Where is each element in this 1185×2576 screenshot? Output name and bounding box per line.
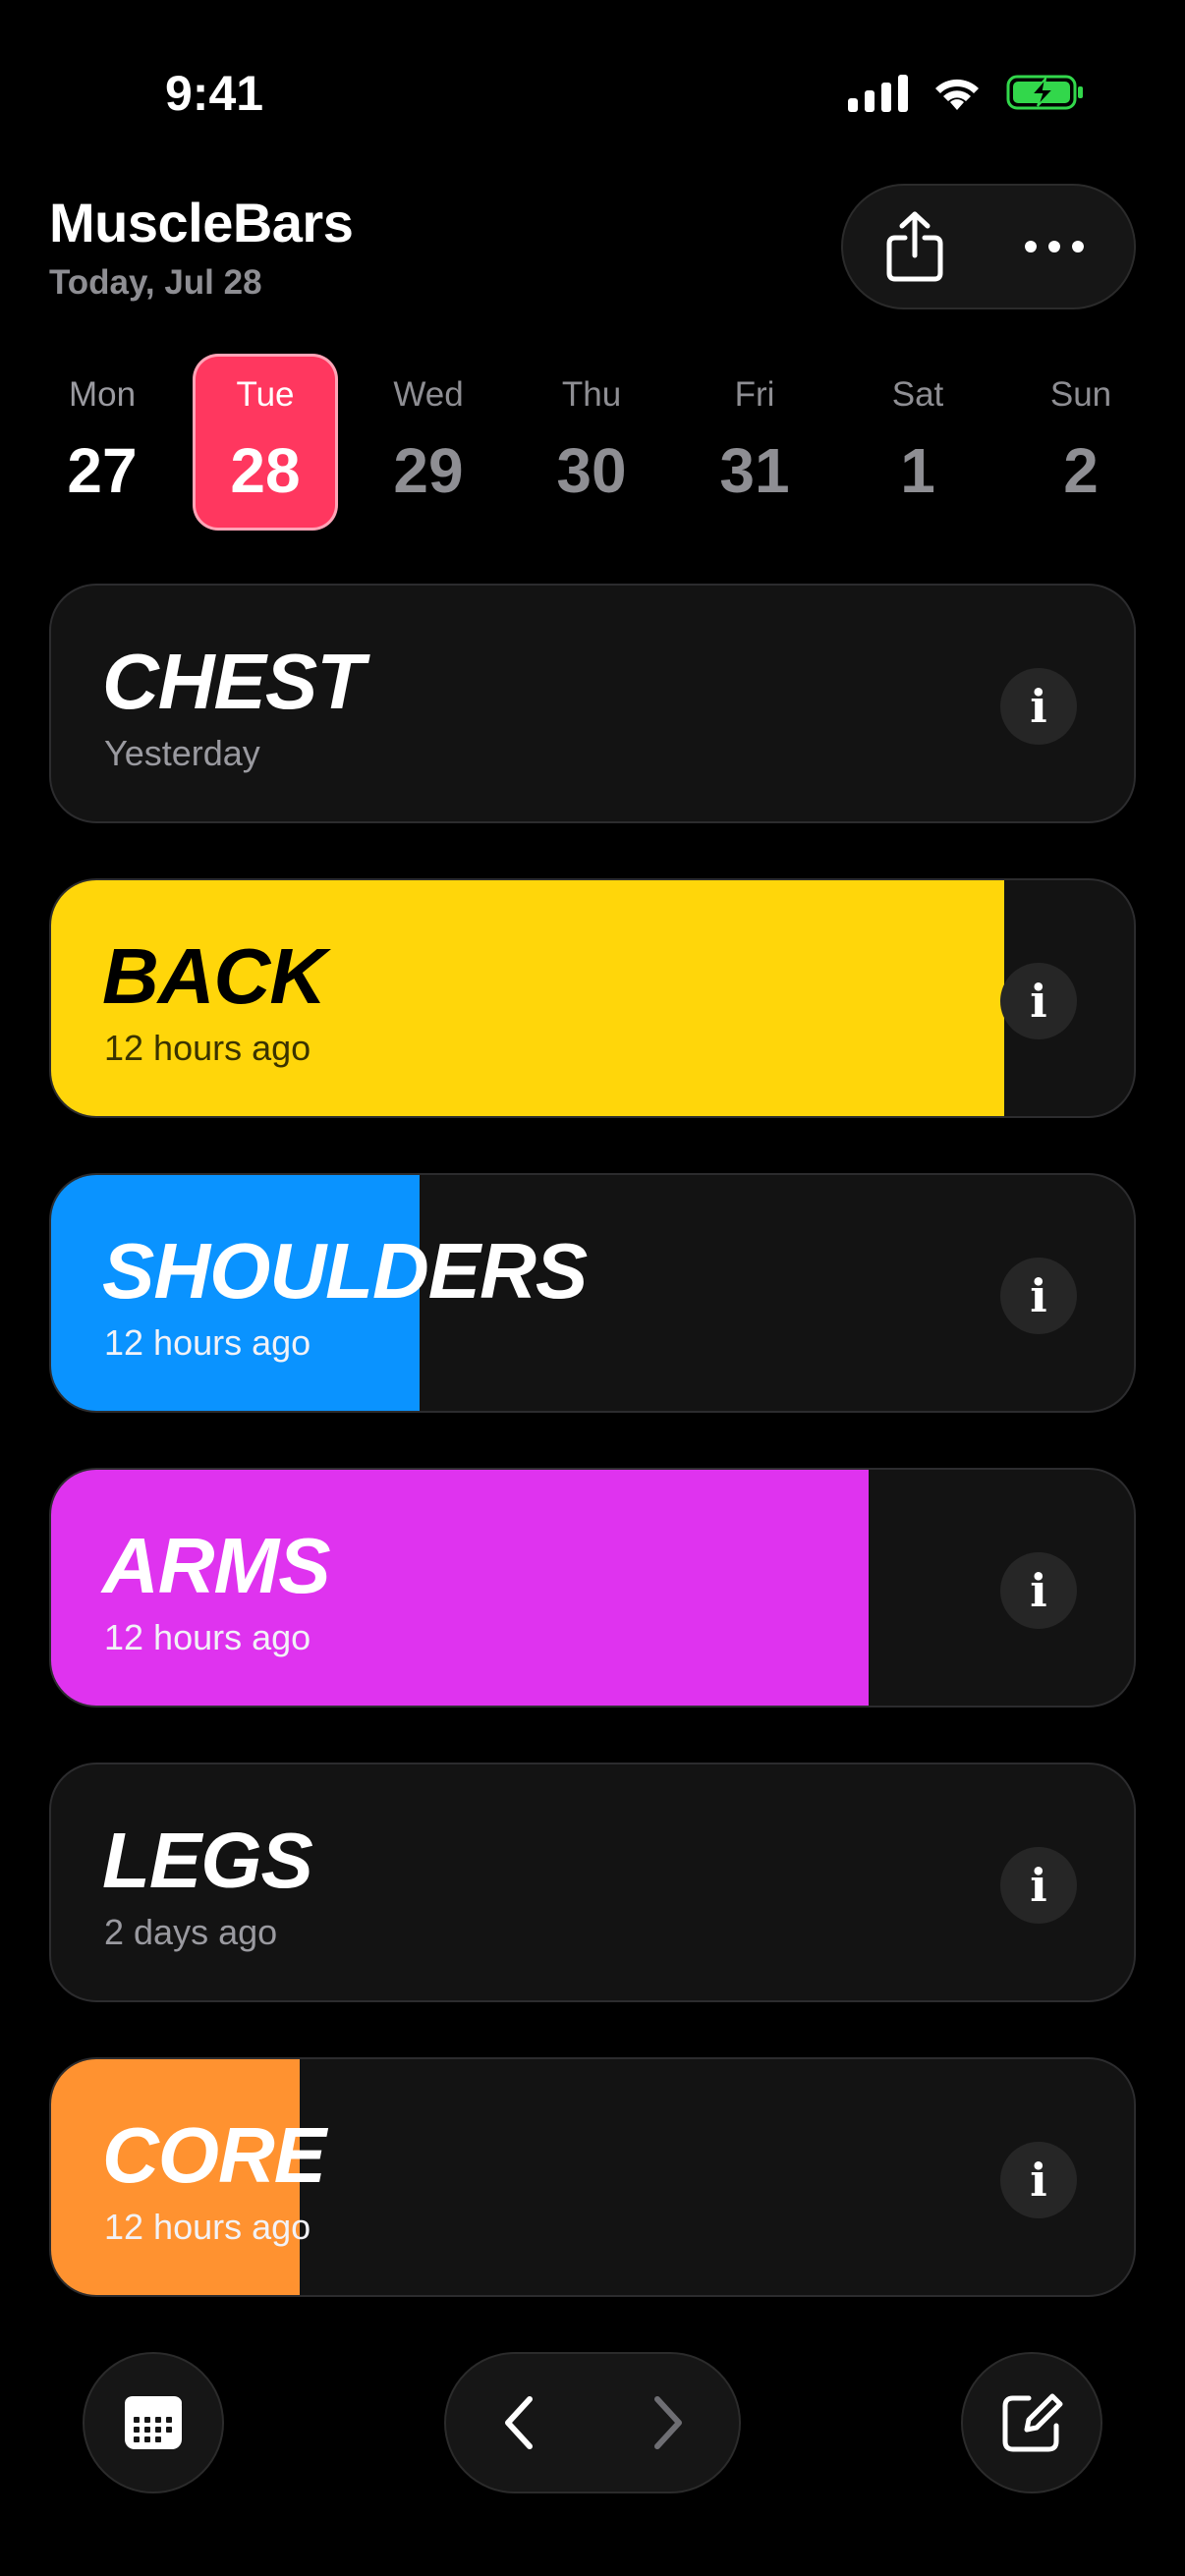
info-icon: i [1030,1564,1047,1617]
info-icon: i [1030,2154,1047,2207]
day-name: Sat [891,375,944,414]
info-icon: i [1030,1269,1047,1322]
muscle-card-chest[interactable]: CHEST Yesterday i [49,584,1136,823]
status-icons [848,73,1085,112]
cellular-signal-icon [848,73,908,112]
day-mon[interactable]: Mon 27 [29,354,175,531]
compose-icon [1002,2393,1063,2452]
day-sat[interactable]: Sat 1 [845,354,990,531]
info-icon: i [1030,680,1047,733]
header-actions [841,184,1136,309]
day-number: 1 [900,435,935,506]
muscle-name: SHOULDERS [102,1227,588,1315]
muscle-card-arms[interactable]: ARMS 12 hours ago i [49,1468,1136,1708]
muscle-name: ARMS [102,1522,331,1609]
today-date: Today, Jul 28 [49,263,262,302]
share-icon [886,211,943,282]
info-button[interactable]: i [1000,668,1077,745]
info-button[interactable]: i [1000,1847,1077,1924]
day-fri[interactable]: Fri 31 [682,354,827,531]
info-button[interactable]: i [1000,1552,1077,1629]
last-trained: 12 hours ago [104,1028,311,1068]
wifi-icon [935,79,979,110]
muscle-name: CHEST [102,638,365,725]
day-navigator [444,2352,741,2493]
day-number: 30 [556,435,627,506]
calendar-icon [125,2396,182,2449]
day-sun[interactable]: Sun 2 [1008,354,1154,531]
chevron-right-icon [654,2396,682,2449]
previous-day-button[interactable] [446,2354,593,2492]
week-strip: Mon 27 Tue 28 Wed 29 Thu 30 Fri 31 Sat 1… [0,354,1185,531]
ellipsis-icon [1025,241,1084,252]
muscle-card-shoulders[interactable]: SHOULDERS 12 hours ago i [49,1173,1136,1413]
info-icon: i [1030,1859,1047,1912]
day-tue[interactable]: Tue 28 [193,354,338,531]
calendar-button[interactable] [83,2352,224,2493]
day-number: 2 [1063,435,1099,506]
last-trained: 2 days ago [104,1912,278,1952]
share-button[interactable] [851,186,979,308]
day-name: Thu [561,375,622,414]
app-title: MuscleBars [49,192,354,253]
muscle-name: CORE [102,2111,326,2199]
day-name: Sun [1049,375,1112,414]
battery-charging-icon [1006,75,1083,110]
muscle-card-back[interactable]: BACK 12 hours ago i [49,878,1136,1118]
day-name: Mon [68,375,137,414]
next-day-button[interactable] [593,2354,741,2492]
last-trained: 12 hours ago [104,1617,311,1657]
info-button[interactable]: i [1000,1258,1077,1334]
more-button[interactable] [990,186,1118,308]
day-number: 27 [67,435,138,506]
day-number: 28 [230,435,301,506]
info-button[interactable]: i [1000,2142,1077,2218]
day-name: Fri [734,375,775,414]
last-trained: Yesterday [104,733,260,773]
day-number: 29 [393,435,464,506]
muscle-card-core[interactable]: CORE 12 hours ago i [49,2057,1136,2297]
muscle-name: BACK [102,932,326,1020]
day-name: Wed [393,375,464,414]
muscle-card-legs[interactable]: LEGS 2 days ago i [49,1763,1136,2002]
info-button[interactable]: i [1000,963,1077,1039]
last-trained: 12 hours ago [104,2207,311,2247]
muscle-name: LEGS [102,1817,313,1904]
info-icon: i [1030,975,1047,1028]
day-number: 31 [719,435,790,506]
chevron-left-icon [505,2396,533,2449]
day-name: Tue [236,375,295,414]
last-trained: 12 hours ago [104,1322,311,1363]
new-entry-button[interactable] [961,2352,1102,2493]
day-thu[interactable]: Thu 30 [519,354,664,531]
status-time: 9:41 [165,66,264,121]
day-wed[interactable]: Wed 29 [356,354,501,531]
